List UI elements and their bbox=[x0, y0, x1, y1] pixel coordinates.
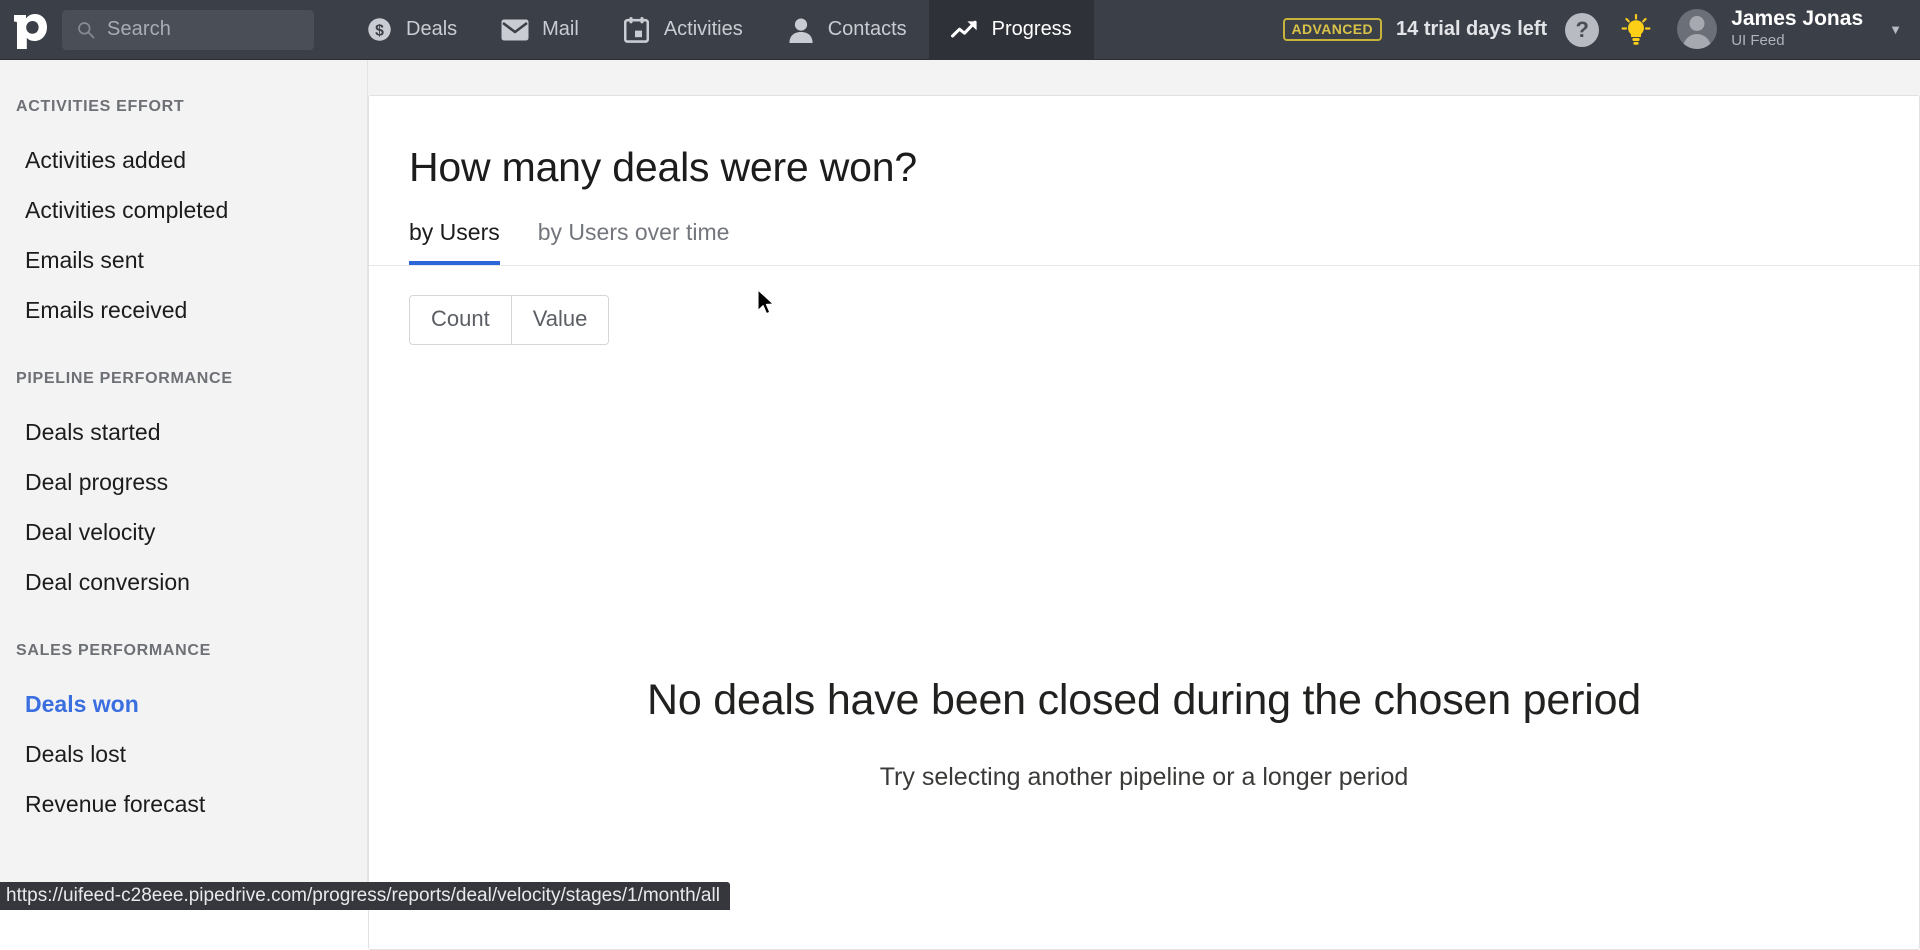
status-bar-url: https://uifeed-c28eee.pipedrive.com/prog… bbox=[0, 882, 730, 910]
envelope-icon bbox=[501, 16, 529, 44]
top-navigation-bar: Search $ Deals Mail bbox=[0, 0, 1920, 60]
sidebar-section-activities-effort: ACTIVITIES EFFORT Activities added Activ… bbox=[0, 98, 367, 335]
main-content: How many deals were won? by Users by Use… bbox=[368, 60, 1920, 910]
sidebar-section-title: ACTIVITIES EFFORT bbox=[0, 98, 367, 116]
user-name: James Jonas bbox=[1731, 8, 1863, 30]
nav-item-progress[interactable]: Progress bbox=[929, 0, 1094, 60]
search-placeholder: Search bbox=[107, 18, 171, 41]
avatar-body bbox=[1683, 34, 1711, 49]
sidebar-item-activities-completed[interactable]: Activities completed bbox=[0, 185, 367, 235]
user-company: UI Feed bbox=[1731, 30, 1863, 51]
page-title: How many deals were won? bbox=[369, 96, 1919, 191]
svg-text:$: $ bbox=[375, 22, 384, 39]
empty-state-title: No deals have been closed during the cho… bbox=[369, 676, 1919, 725]
sidebar-section-title: SALES PERFORMANCE bbox=[0, 642, 367, 660]
sidebar-item-activities-added[interactable]: Activities added bbox=[0, 135, 367, 185]
reports-sidebar: ACTIVITIES EFFORT Activities added Activ… bbox=[0, 60, 368, 910]
sidebar-item-deal-progress[interactable]: Deal progress bbox=[0, 457, 367, 507]
user-text: James Jonas UI Feed bbox=[1731, 8, 1863, 51]
sidebar-section-pipeline-performance: PIPELINE PERFORMANCE Deals started Deal … bbox=[0, 370, 367, 607]
sidebar-item-deal-conversion[interactable]: Deal conversion bbox=[0, 557, 367, 607]
dollar-circle-icon: $ bbox=[365, 16, 393, 44]
tab-by-users-over-time[interactable]: by Users over time bbox=[538, 219, 730, 265]
metric-toggle-count[interactable]: Count bbox=[410, 296, 511, 344]
pipedrive-logo-icon[interactable] bbox=[0, 0, 62, 60]
nav-label-deals: Deals bbox=[406, 18, 457, 41]
nav-label-mail: Mail bbox=[542, 18, 579, 41]
calendar-icon bbox=[623, 16, 651, 44]
nav-label-activities: Activities bbox=[664, 18, 743, 41]
nav-label-progress: Progress bbox=[992, 18, 1072, 41]
empty-state: No deals have been closed during the cho… bbox=[369, 676, 1919, 792]
sidebar-item-emails-sent[interactable]: Emails sent bbox=[0, 235, 367, 285]
trial-days-text: 14 trial days left bbox=[1396, 18, 1547, 41]
help-icon[interactable]: ? bbox=[1565, 13, 1599, 47]
tab-by-users[interactable]: by Users bbox=[409, 219, 500, 265]
nav-item-mail[interactable]: Mail bbox=[479, 0, 601, 60]
sidebar-section-sales-performance: SALES PERFORMANCE Deals won Deals lost R… bbox=[0, 642, 367, 829]
search-icon bbox=[76, 20, 96, 40]
avatar bbox=[1677, 9, 1717, 49]
avatar-head bbox=[1690, 16, 1705, 31]
lightbulb-icon[interactable] bbox=[1621, 14, 1651, 46]
sidebar-item-deals-started[interactable]: Deals started bbox=[0, 407, 367, 457]
trend-up-icon bbox=[951, 16, 979, 44]
search-input[interactable]: Search bbox=[62, 10, 314, 50]
page-body: ACTIVITIES EFFORT Activities added Activ… bbox=[0, 60, 1920, 910]
metric-toggle: Count Value bbox=[409, 295, 609, 345]
chevron-down-icon[interactable]: ▼ bbox=[1889, 22, 1902, 37]
plan-badge: ADVANCED bbox=[1283, 18, 1383, 41]
sidebar-item-deals-lost[interactable]: Deals lost bbox=[0, 729, 367, 779]
person-icon bbox=[787, 16, 815, 44]
nav-item-activities[interactable]: Activities bbox=[601, 0, 765, 60]
metric-toggle-wrapper: Count Value bbox=[369, 266, 1919, 345]
user-menu[interactable]: James Jonas UI Feed ▼ bbox=[1677, 8, 1920, 51]
metric-toggle-value[interactable]: Value bbox=[511, 296, 609, 344]
nav-label-contacts: Contacts bbox=[828, 18, 907, 41]
sidebar-section-title: PIPELINE PERFORMANCE bbox=[0, 370, 367, 388]
report-tabs: by Users by Users over time bbox=[369, 219, 1919, 266]
sidebar-item-deal-velocity[interactable]: Deal velocity bbox=[0, 507, 367, 557]
sidebar-item-emails-received[interactable]: Emails received bbox=[0, 285, 367, 335]
sidebar-item-deals-won[interactable]: Deals won bbox=[0, 679, 367, 729]
nav-item-deals[interactable]: $ Deals bbox=[343, 0, 479, 60]
trial-info: ADVANCED 14 trial days left bbox=[1283, 18, 1548, 41]
empty-state-subtitle: Try selecting another pipeline or a long… bbox=[369, 763, 1919, 792]
primary-nav-items: $ Deals Mail A bbox=[343, 0, 1094, 60]
nav-item-contacts[interactable]: Contacts bbox=[765, 0, 929, 60]
sidebar-item-revenue-forecast[interactable]: Revenue forecast bbox=[0, 779, 367, 829]
report-card: How many deals were won? by Users by Use… bbox=[368, 95, 1920, 950]
